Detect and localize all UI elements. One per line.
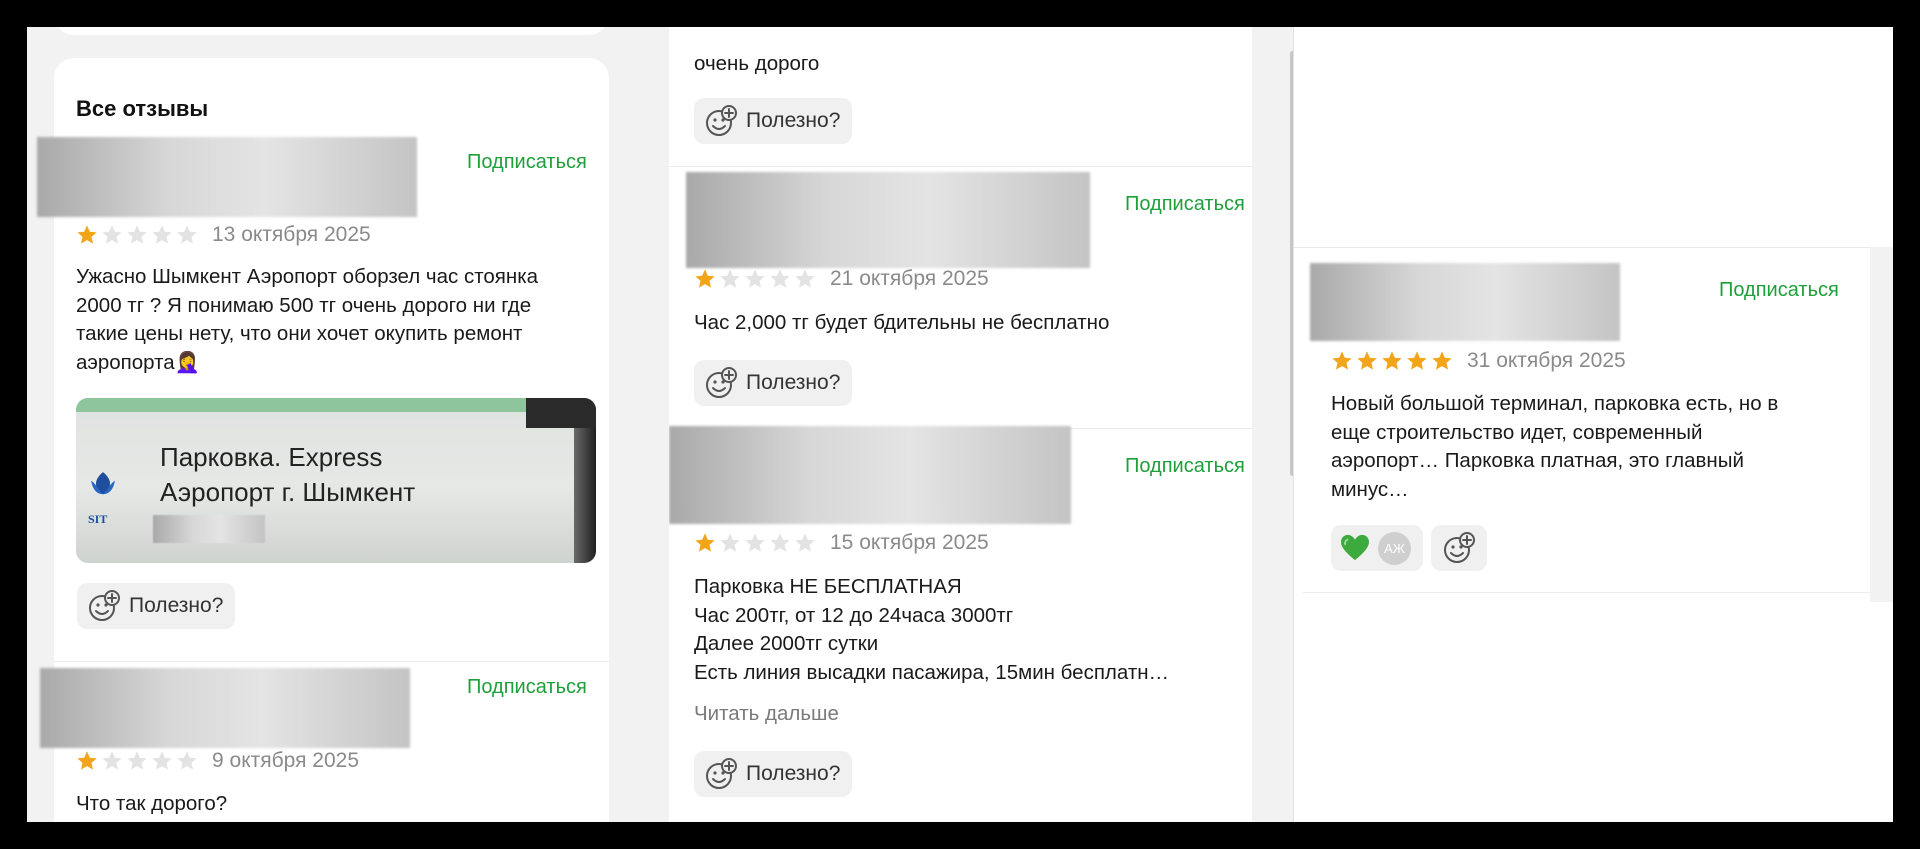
rating-stars — [1331, 350, 1453, 372]
useful-label: Полезно? — [746, 762, 841, 785]
star-filled-icon — [1407, 351, 1427, 370]
subscribe-button[interactable]: Подписаться — [1125, 193, 1245, 216]
smile-plus-icon — [706, 367, 737, 398]
rating-stars — [76, 750, 198, 772]
useful-button[interactable]: Полезно? — [694, 751, 853, 797]
smile-plus-icon — [1444, 532, 1475, 563]
sit-logo-text: SIT — [88, 512, 108, 526]
useful-label: Полезно? — [746, 371, 841, 394]
useful-button[interactable]: Полезно? — [694, 98, 853, 144]
smile-plus-icon — [706, 758, 737, 789]
subscribe-button[interactable]: Подписаться — [467, 676, 587, 699]
star-empty-icon — [177, 225, 197, 244]
rating-stars — [76, 224, 198, 246]
review-rating: 31 октября 2025 — [1331, 347, 1626, 375]
avatar: АЖ — [1378, 532, 1411, 565]
useful-button[interactable]: Полезно? — [694, 360, 853, 406]
star-filled-icon — [1357, 351, 1377, 370]
review-date: 21 октября 2025 — [830, 267, 989, 290]
photo-redacted — [153, 515, 265, 543]
right-left-border — [1293, 27, 1294, 822]
author-redacted — [40, 668, 410, 748]
star-filled-icon — [77, 225, 97, 244]
star-empty-icon — [102, 751, 122, 770]
review-date: 13 октября 2025 — [212, 223, 371, 246]
subscribe-button[interactable]: Подписаться — [467, 151, 587, 174]
photo-line-2: Аэропорт г. Шымкент — [160, 477, 416, 507]
star-empty-icon — [795, 533, 815, 552]
star-filled-icon — [695, 533, 715, 552]
rating-stars — [694, 532, 816, 554]
star-empty-icon — [745, 533, 765, 552]
author-redacted — [669, 426, 1071, 524]
star-filled-icon — [695, 269, 715, 288]
star-empty-icon — [177, 751, 197, 770]
review-photo[interactable]: SIT Парковка. Express Аэропорт г. Шымкен… — [76, 398, 596, 563]
star-empty-icon — [795, 269, 815, 288]
star-empty-icon — [720, 269, 740, 288]
rating-stars — [694, 268, 816, 290]
review-text: Что так дорого? — [76, 792, 228, 815]
author-redacted — [1310, 263, 1620, 341]
star-filled-icon — [1432, 351, 1452, 370]
star-filled-icon — [1332, 351, 1352, 370]
review-text: Парковка НЕ БЕСПЛАТНАЯ Час 200тг, от 12 … — [694, 575, 1170, 684]
reactions-button[interactable]: АЖ — [1331, 525, 1423, 571]
star-empty-icon — [127, 751, 147, 770]
review-rating: 15 октября 2025 — [694, 529, 989, 557]
star-empty-icon — [152, 751, 172, 770]
review-rating: 9 октября 2025 — [76, 747, 359, 775]
star-empty-icon — [127, 225, 147, 244]
star-empty-icon — [152, 225, 172, 244]
read-more-link[interactable]: Читать дальше — [694, 702, 839, 726]
add-reaction-button[interactable] — [1431, 525, 1487, 571]
useful-label: Полезно? — [746, 109, 841, 132]
review-divider — [669, 166, 1252, 167]
star-empty-icon — [745, 269, 765, 288]
subscribe-button[interactable]: Подписаться — [1719, 279, 1839, 302]
review-date: 9 октября 2025 — [212, 749, 359, 772]
photo-line-1: Парковка. Express — [160, 442, 383, 472]
smile-plus-icon — [706, 105, 737, 136]
smile-plus-icon — [89, 590, 120, 621]
author-redacted — [686, 172, 1090, 268]
review-date: 31 октября 2025 — [1467, 349, 1626, 372]
right-scroll-track — [1870, 247, 1893, 602]
review-text: очень дорого — [694, 52, 820, 75]
section-title: Все отзывы — [76, 96, 209, 121]
sit-logo-icon — [91, 472, 115, 495]
subscribe-button[interactable]: Подписаться — [1125, 455, 1245, 478]
review-divider — [1303, 592, 1870, 593]
author-redacted — [37, 137, 417, 217]
star-empty-icon — [102, 225, 122, 244]
review-rating: 13 октября 2025 — [76, 221, 371, 249]
middle-panel: очень дорого Полезно? Подписаться 21 окт… — [669, 27, 1299, 822]
star-filled-icon — [77, 751, 97, 770]
star-empty-icon — [770, 269, 790, 288]
top-card-remnant — [54, 27, 609, 35]
review-text: Час 2,000 тг будет бдительны не бесплатн… — [694, 311, 1110, 334]
review-text: Ужасно Шымкент Аэропорт оборзел час стоя… — [76, 265, 539, 374]
photo-green-strip — [76, 398, 596, 412]
useful-button[interactable]: Полезно? — [77, 583, 236, 629]
review-divider — [54, 661, 609, 662]
useful-label: Полезно? — [129, 594, 224, 617]
right-panel: Подписаться 31 октября 2025 Новый большо… — [1293, 27, 1893, 822]
green-heart-icon — [1341, 534, 1369, 561]
photo-dark-edge-top — [526, 398, 596, 428]
review-text: Новый большой терминал, парковка есть, н… — [1331, 392, 1779, 501]
reviews-screen: Все отзывы Подписаться 13 октября 2025 У… — [27, 27, 1893, 822]
star-empty-icon — [720, 533, 740, 552]
review-rating: 21 октября 2025 — [694, 265, 989, 293]
star-filled-icon — [1382, 351, 1402, 370]
star-empty-icon — [770, 533, 790, 552]
left-panel: Все отзывы Подписаться 13 октября 2025 У… — [27, 27, 640, 822]
review-date: 15 октября 2025 — [830, 531, 989, 554]
